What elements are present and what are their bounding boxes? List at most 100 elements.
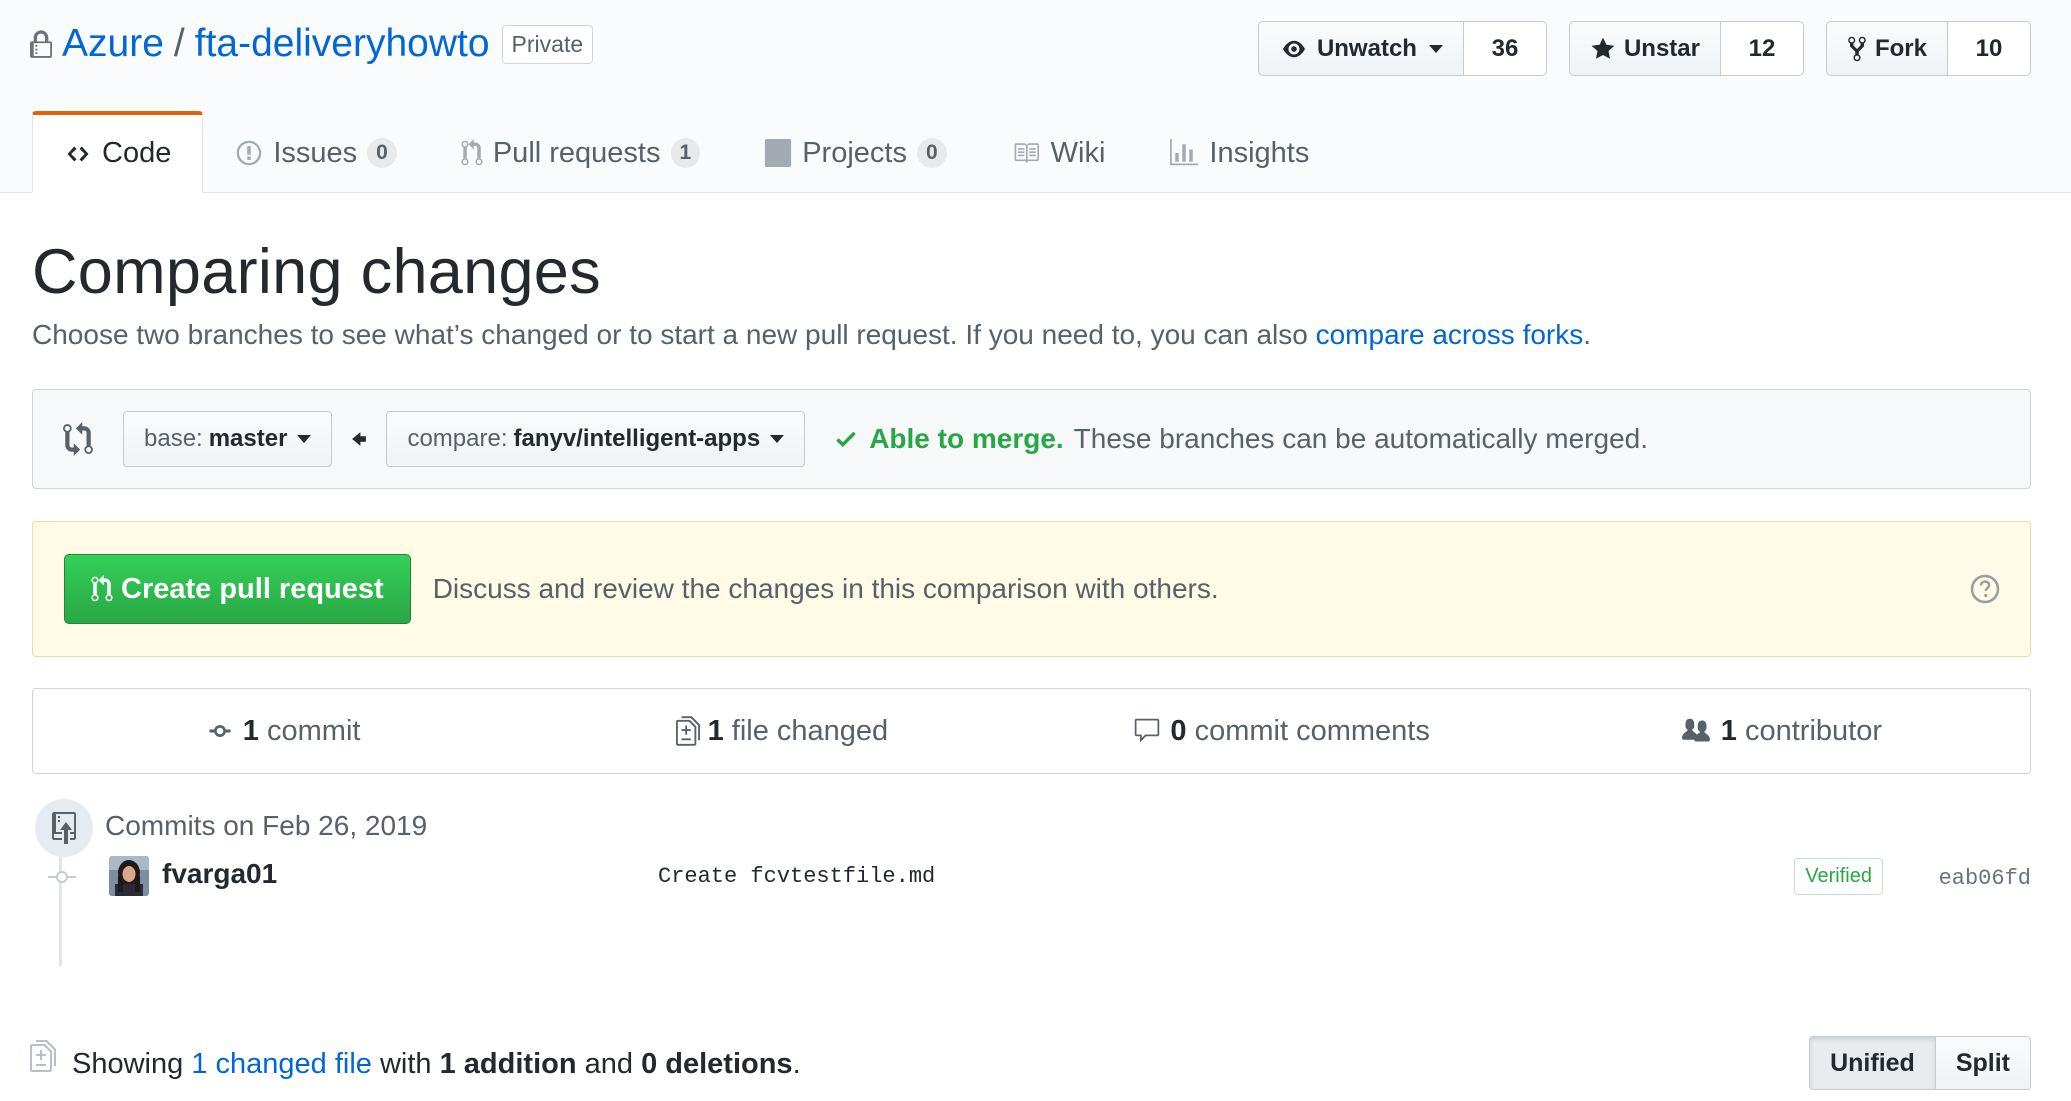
visibility-badge: Private [501,24,594,64]
files-count: 1 [707,714,724,747]
tab-pull-requests-label: Pull requests [492,136,661,169]
deletions-count: 0 deletions [641,1048,793,1080]
compare-branch-value: fanyv/intelligent-apps [513,425,761,452]
fork-label: Fork [1874,34,1927,62]
repo-actions: Unwatch 36 Unstar 12 Fork 10 [1257,21,2031,76]
compare-branch-select[interactable]: compare: fanyv/intelligent-apps [386,411,806,467]
create-pr-message: Discuss and review the changes in this c… [432,573,1219,604]
watchers-count[interactable]: 36 [1463,21,1547,76]
fork-icon [1847,35,1867,63]
graph-icon [1169,139,1199,167]
unstar-button[interactable]: Unstar [1568,21,1721,76]
showing-text: Showing [72,1048,184,1080]
page-description-text: Choose two branches to see what’s change… [32,319,1316,350]
issues-counter: 0 [367,138,397,168]
split-view-button[interactable]: Split [1935,1036,2031,1090]
diff-view-toggle: Unified Split [1809,1036,2031,1090]
tab-projects[interactable]: Projects 0 [732,111,978,193]
verified-badge[interactable]: Verified [1794,858,1883,895]
tab-insights[interactable]: Insights [1137,111,1341,193]
git-pull-request-icon [91,575,113,603]
diff-icon [30,1040,56,1072]
forks-count[interactable]: 10 [1948,21,2031,76]
contributors-count: 1 [1720,714,1737,747]
code-icon [64,142,92,166]
tab-code[interactable]: Code [32,111,204,193]
merge-status: Able to merge. These branches can be aut… [833,423,1648,455]
diff-summary: Showing 1 changed file with 1 addition a… [72,1048,801,1081]
book-icon [1011,140,1041,166]
diff-toc: Showing 1 changed file with 1 addition a… [30,1036,2031,1098]
lock-icon [30,30,52,60]
check-icon [833,426,859,452]
page-description-end: . [1583,319,1592,350]
repo-header: Azure / fta-deliveryhowto Private Unwatc… [0,0,2071,193]
stargazers-count[interactable]: 12 [1720,21,1804,76]
tab-issues[interactable]: Issues 0 [203,111,429,193]
git-commit-icon [48,870,76,884]
range-editor: base: master compare: fanyv/intelligent-… [32,389,2031,489]
unstar-label: Unstar [1623,34,1700,62]
compare-prefix: compare: [407,425,508,452]
contributors-label: contributor [1744,714,1882,747]
contributors-summary[interactable]: 1 contributor [1531,689,2030,773]
commit-author-link[interactable]: fvarga01 [162,858,277,890]
unwatch-label: Unwatch [1316,34,1417,62]
issue-opened-icon [235,139,263,167]
changed-files-link[interactable]: 1 changed file [191,1048,372,1080]
chevron-down-icon [297,435,312,443]
tab-pull-requests[interactable]: Pull requests 1 [429,111,732,193]
create-pull-request-button[interactable]: Create pull request [64,554,411,624]
commits-summary[interactable]: 1 commit [33,689,532,773]
base-branch-select[interactable]: base: master [123,411,333,467]
tab-wiki[interactable]: Wiki [979,111,1138,193]
repo-owner-link[interactable]: Azure [62,22,164,66]
create-pull-request-label: Create pull request [121,572,384,605]
tab-code-label: Code [102,137,172,169]
tab-wiki-label: Wiki [1050,136,1106,169]
eye-icon [1279,38,1309,60]
page-title: Comparing changes [32,237,601,307]
commit-sha-link[interactable]: eab06fd [1939,866,2031,891]
commits-date-heading: Commits on Feb 26, 2019 [105,810,428,841]
compare-across-forks-link[interactable]: compare across forks [1316,319,1584,350]
create-pr-flash: Create pull request Discuss and review t… [32,521,2031,657]
comments-summary: 0 commit comments [1032,689,1531,773]
merge-status-detail: These branches can be automatically merg… [1073,423,1648,454]
tab-issues-label: Issues [273,136,358,169]
chevron-down-icon [770,435,785,443]
people-icon [1679,717,1713,745]
base-prefix: base: [144,425,203,452]
base-branch-value: master [208,425,288,452]
unified-view-button[interactable]: Unified [1809,1036,1936,1090]
files-summary[interactable]: 1 file changed [532,689,1031,773]
path-separator: / [173,22,185,65]
unwatch-button[interactable]: Unwatch [1257,21,1464,76]
commit-message-link[interactable]: Create fcvtestfile.md [658,864,935,889]
avatar[interactable] [109,856,149,896]
pull-requests-counter: 1 [670,138,701,168]
star-icon [1590,36,1616,62]
git-compare-icon[interactable] [63,422,93,456]
and-text: and [584,1048,634,1080]
question-icon[interactable] [1970,574,2000,604]
fork-group: Fork 10 [1825,21,2031,76]
git-commit-icon [205,719,235,743]
with-text: with [379,1048,432,1080]
repo-name-link[interactable]: fta-deliveryhowto [195,22,490,66]
comments-count: 0 [1170,714,1187,747]
projects-counter: 0 [916,138,947,168]
tab-projects-label: Projects [802,136,907,169]
merge-status-label: Able to merge. [869,423,1064,454]
watch-group: Unwatch 36 [1257,21,1547,76]
tab-insights-label: Insights [1209,136,1310,169]
commits-label: commit [267,714,361,747]
comments-label: commit comments [1194,714,1430,747]
file-diff-icon [675,715,700,747]
chevron-down-icon [1428,44,1443,53]
additions-count: 1 addition [439,1048,577,1080]
fork-button[interactable]: Fork [1825,21,1948,76]
files-label: file changed [731,714,889,747]
repo-title: Azure / fta-deliveryhowto Private [30,22,594,66]
star-group: Unstar 12 [1568,21,1804,76]
